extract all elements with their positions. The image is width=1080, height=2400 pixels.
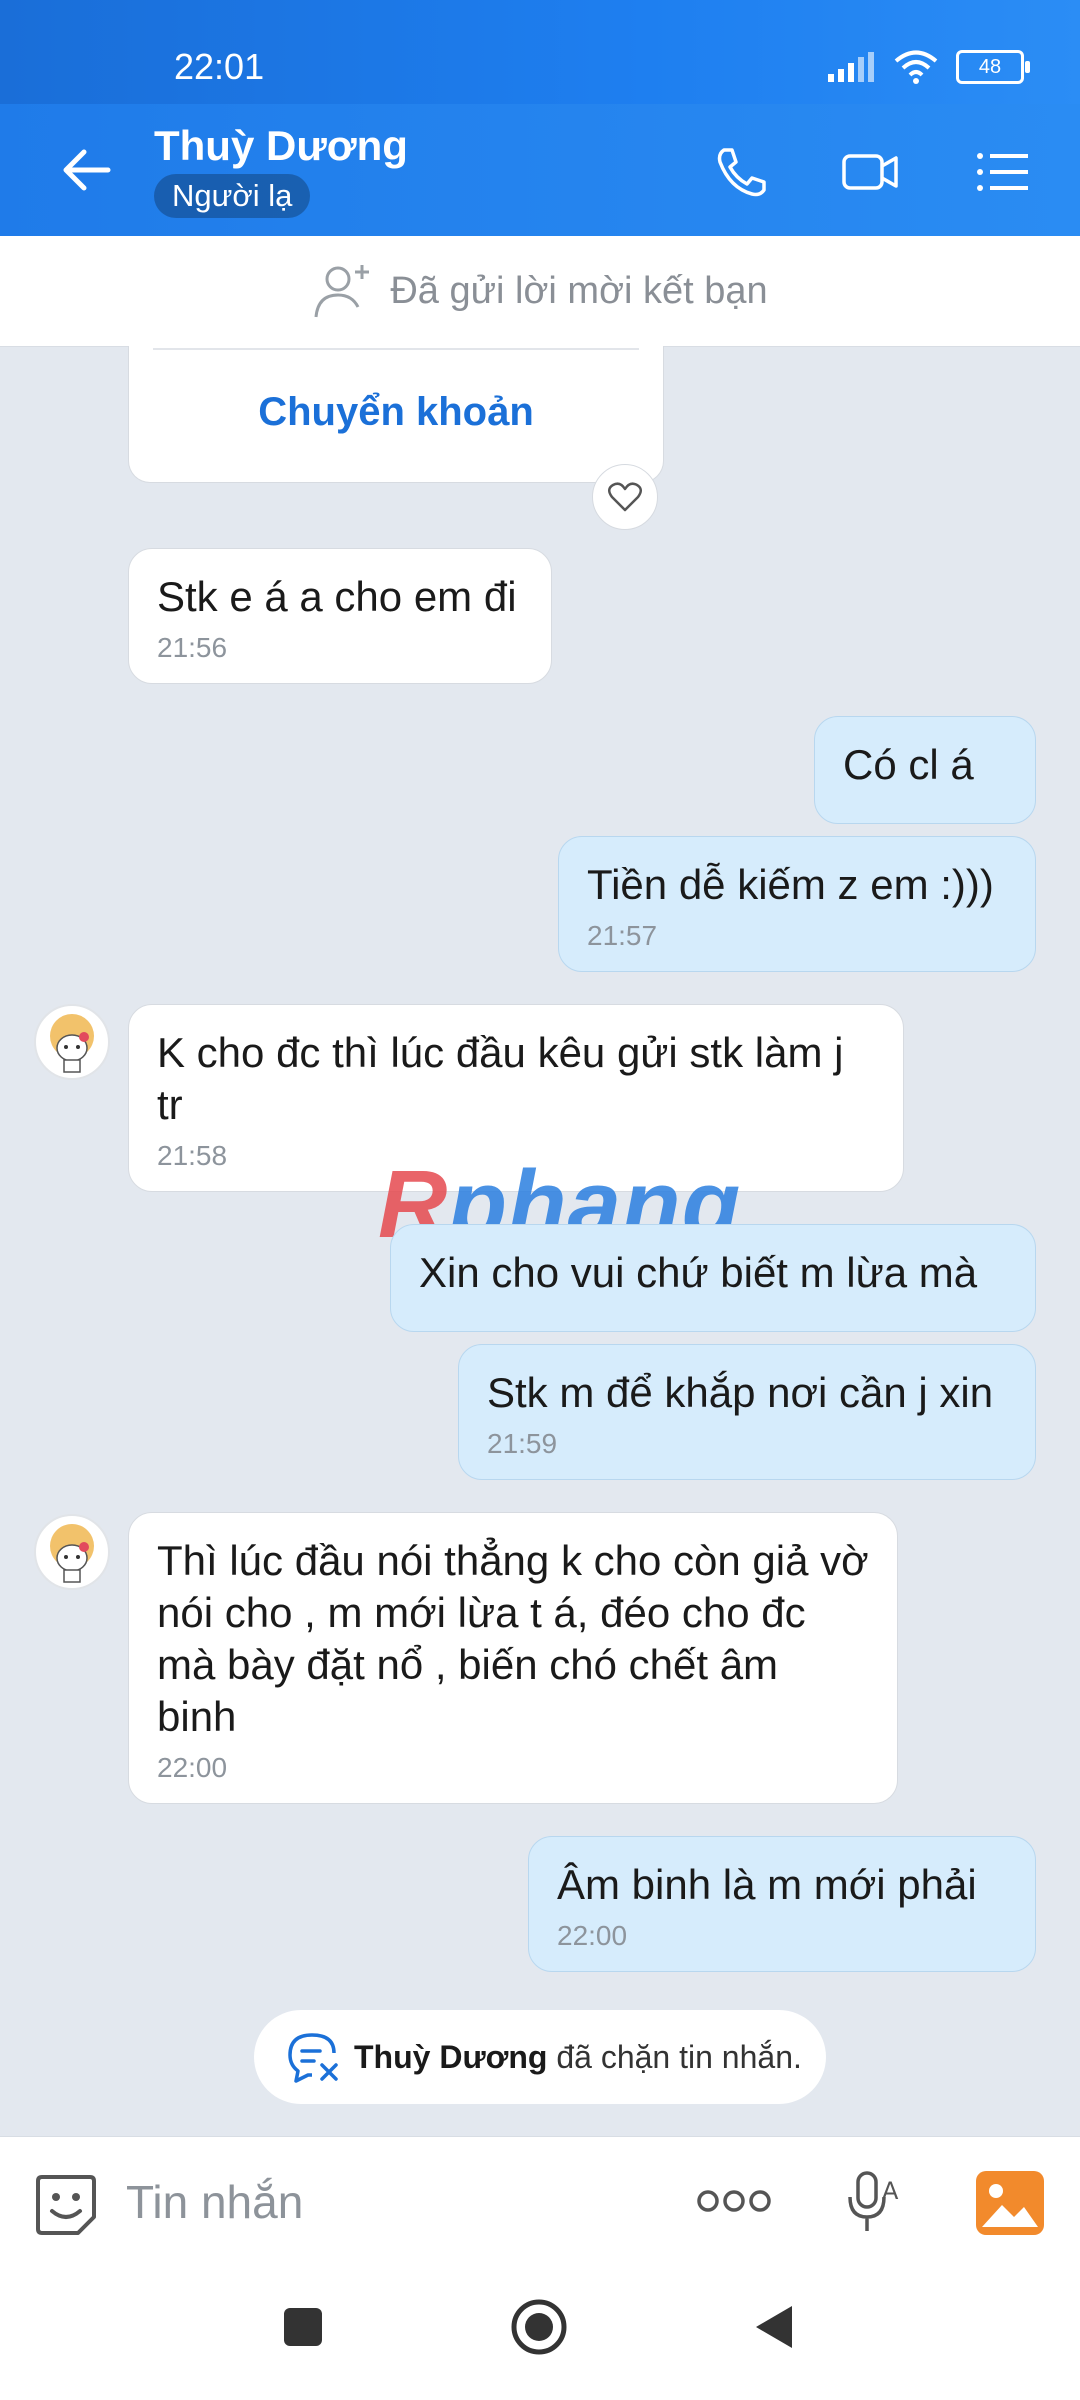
message-text: Stk e á a cho em đi (157, 573, 517, 620)
message-input[interactable]: Tin nhắn (126, 2175, 303, 2229)
message-time: 21:56 (157, 632, 228, 663)
message-bubble[interactable]: Âm binh là m mới phải 22:00 (528, 1836, 1036, 1972)
back-nav-icon[interactable] (752, 2302, 796, 2352)
message-text: Có cl á (843, 741, 974, 788)
transfer-card: Chuyển khoản (128, 346, 664, 483)
status-icons: 48 (828, 50, 1030, 84)
message-bubble[interactable]: Có cl á (814, 716, 1036, 824)
signal-icon (828, 52, 874, 82)
chat-header: Thuỳ Dương Người lạ (0, 104, 1080, 236)
system-nav-bar (0, 2266, 1080, 2400)
menu-list-icon[interactable] (972, 144, 1032, 200)
hello-kitty-avatar-icon (50, 1014, 94, 1073)
blocked-message-icon (288, 2033, 338, 2083)
recent-apps-icon[interactable] (282, 2306, 324, 2348)
status-bar: 22:01 48 (0, 0, 1080, 104)
phone-icon[interactable] (710, 144, 770, 200)
stranger-badge: Người lạ (154, 174, 311, 218)
message-bubble[interactable]: Stk m để khắp nơi cần j xin 21:59 (458, 1344, 1036, 1480)
sticker-icon[interactable] (34, 2173, 98, 2237)
voice-to-text-icon[interactable]: A (848, 2169, 902, 2237)
message-time: 22:00 (557, 1920, 628, 1951)
message-bubble[interactable]: Thì lúc đầu nói thẳng k cho còn giả vờ n… (128, 1512, 898, 1804)
svg-text:A: A (882, 2177, 899, 2205)
message-bubble[interactable]: Xin cho vui chứ biết m lừa mà (390, 1224, 1036, 1332)
video-call-icon[interactable] (840, 144, 900, 200)
more-options-icon[interactable] (696, 2187, 772, 2215)
card-divider (153, 348, 639, 350)
message-time: 21:59 (487, 1428, 558, 1459)
contact-avatar[interactable] (34, 1514, 110, 1590)
message-bubble[interactable]: Tiền dễ kiếm z em :))) 21:57 (558, 836, 1036, 972)
friend-request-bar: Đã gửi lời mời kết bạn (0, 236, 1080, 347)
contact-avatar[interactable] (34, 1004, 110, 1080)
message-text: Stk m để khắp nơi cần j xin (487, 1369, 994, 1416)
message-time: 22:00 (157, 1752, 228, 1783)
message-time: 21:57 (587, 920, 658, 951)
add-friend-icon (314, 265, 370, 318)
heart-reaction-button[interactable] (592, 464, 658, 530)
wifi-icon (894, 50, 938, 84)
battery-icon: 48 (956, 50, 1030, 84)
contact-name[interactable]: Thuỳ Dương (154, 122, 408, 170)
message-text: Xin cho vui chứ biết m lừa mà (419, 1249, 978, 1296)
blocked-notice: Thuỳ Dương đã chặn tin nhắn. (254, 2010, 826, 2104)
gallery-image-icon[interactable] (976, 2171, 1044, 2235)
home-icon[interactable] (510, 2298, 568, 2356)
heart-icon (608, 482, 642, 512)
blocked-notice-text: Thuỳ Dương đã chặn tin nhắn. (354, 2038, 802, 2075)
friend-request-text: Đã gửi lời mời kết bạn (390, 269, 768, 312)
back-arrow-icon[interactable] (56, 144, 116, 196)
message-text: Thì lúc đầu nói thẳng k cho còn giả vờ n… (157, 1537, 869, 1740)
message-text: Tiền dễ kiếm z em :))) (587, 861, 994, 908)
status-time: 22:01 (174, 46, 265, 87)
message-bubble[interactable]: Stk e á a cho em đi 21:56 (128, 548, 552, 684)
hello-kitty-avatar-icon (50, 1524, 94, 1583)
message-text: Âm binh là m mới phải (557, 1861, 977, 1908)
transfer-button[interactable]: Chuyển khoản (129, 390, 663, 435)
message-composer: Tin nhắn A (0, 2136, 1080, 2267)
message-text: K cho đc thì lúc đầu kêu gửi stk làm j t… (157, 1029, 844, 1128)
